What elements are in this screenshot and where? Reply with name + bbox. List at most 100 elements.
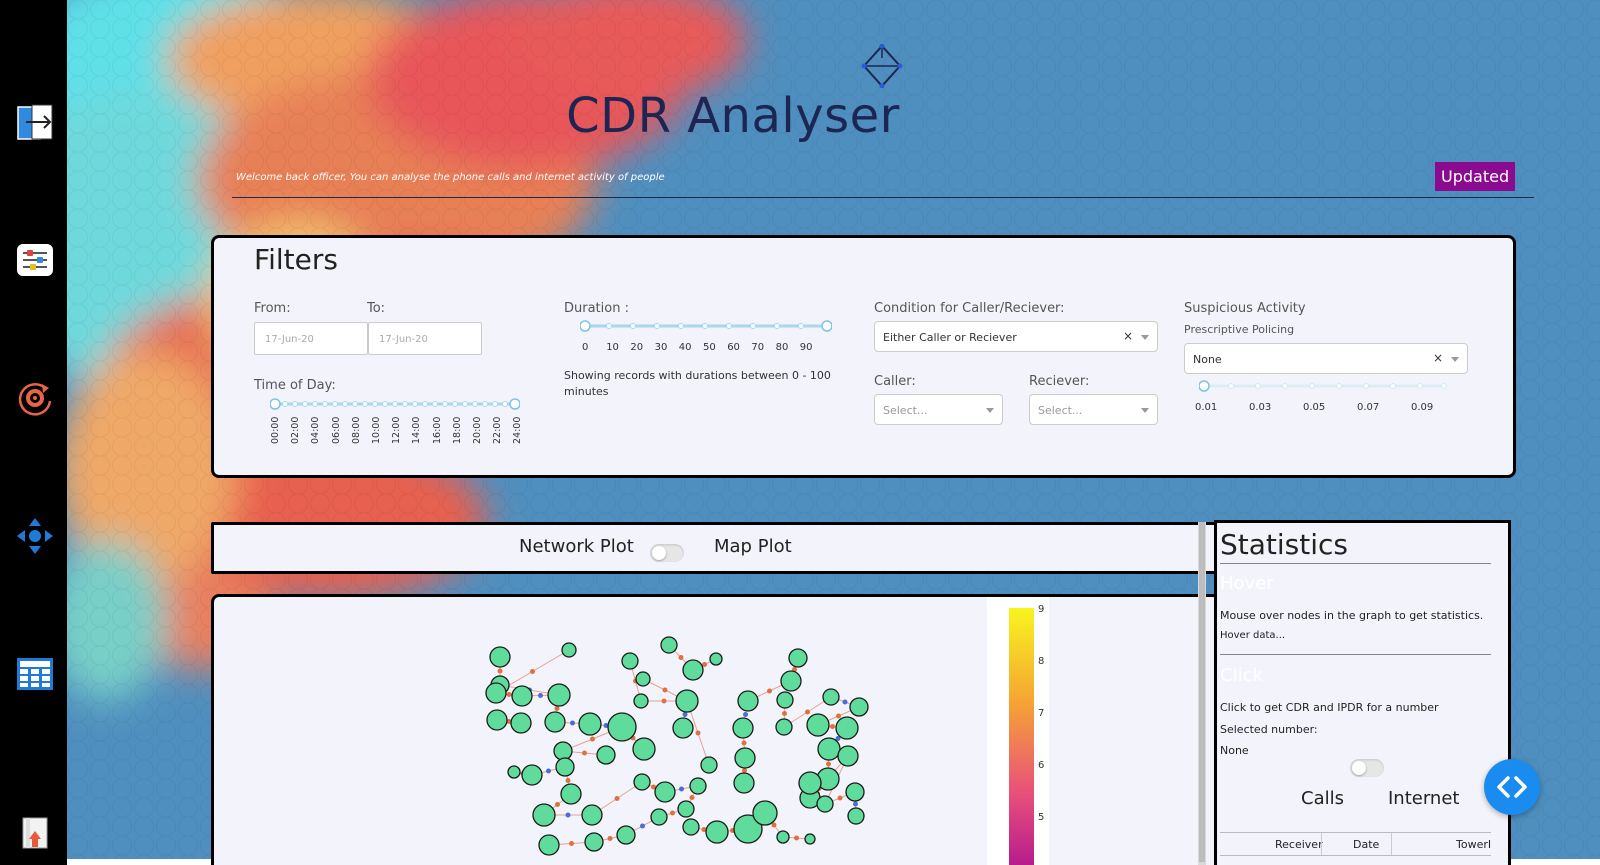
chevron-down-icon[interactable]: [1141, 408, 1149, 413]
scrollbar[interactable]: [1198, 522, 1206, 865]
upload-file-icon[interactable]: [16, 815, 54, 853]
graph-node[interactable]: [650, 808, 668, 826]
duration-slider[interactable]: [580, 320, 832, 332]
network-graph[interactable]: 9 8 7 6 5: [214, 597, 1218, 865]
colorbar: [1009, 608, 1034, 865]
graph-node[interactable]: [511, 685, 533, 707]
time-of-day-slider[interactable]: [270, 398, 520, 410]
graph-node[interactable]: [633, 773, 651, 791]
chevron-down-icon[interactable]: [1451, 357, 1459, 362]
graph-node[interactable]: [737, 690, 759, 712]
policing-tick-label: 0.01: [1195, 402, 1218, 413]
graph-node[interactable]: [732, 717, 754, 739]
graph-node[interactable]: [734, 747, 756, 769]
table-icon[interactable]: [16, 655, 54, 693]
graph-node[interactable]: [798, 771, 822, 795]
graph-node[interactable]: [561, 642, 577, 658]
graph-node[interactable]: [806, 713, 830, 737]
graph-node[interactable]: [544, 711, 566, 733]
time-start-handle[interactable]: [270, 398, 281, 410]
graph-node[interactable]: [578, 712, 602, 736]
graph-node[interactable]: [709, 652, 723, 666]
graph-node[interactable]: [489, 646, 511, 668]
col-receiver[interactable]: Receiver: [1275, 838, 1323, 851]
caller-placeholder: Select...: [883, 404, 928, 417]
hover-data: Hover data...: [1220, 630, 1286, 641]
graph-node[interactable]: [776, 691, 794, 709]
edge-arrow: [679, 786, 684, 792]
condition-select[interactable]: Either Caller or Reciever ×: [874, 321, 1158, 352]
graph-node[interactable]: [616, 825, 636, 845]
graph-node[interactable]: [532, 803, 556, 827]
graph-node[interactable]: [560, 783, 582, 805]
graph-node[interactable]: [776, 830, 790, 844]
graph-node[interactable]: [521, 764, 543, 786]
graph-node[interactable]: [654, 781, 676, 803]
graph-node[interactable]: [705, 820, 729, 844]
graph-node[interactable]: [817, 737, 841, 761]
graph-node[interactable]: [682, 659, 704, 681]
graph-node[interactable]: [788, 648, 808, 668]
graph-node[interactable]: [780, 670, 802, 692]
clear-policing-icon[interactable]: ×: [1433, 351, 1443, 365]
graph-node[interactable]: [633, 693, 649, 709]
clear-condition-icon[interactable]: ×: [1123, 329, 1133, 343]
graph-node[interactable]: [596, 745, 616, 765]
graph-node[interactable]: [507, 765, 521, 779]
chevron-down-icon[interactable]: [986, 408, 994, 413]
graph-node[interactable]: [584, 832, 604, 852]
to-date-input[interactable]: 17-Jun-20: [368, 322, 482, 355]
graph-node[interactable]: [775, 718, 793, 736]
graph-node[interactable]: [835, 716, 859, 740]
graph-node[interactable]: [682, 818, 700, 836]
calls-internet-switch[interactable]: [1350, 759, 1384, 777]
code-toggle-button[interactable]: [1484, 759, 1540, 815]
sliders-icon[interactable]: [16, 241, 54, 279]
graph-node[interactable]: [689, 777, 707, 795]
graph-node[interactable]: [553, 741, 573, 761]
reciever-select[interactable]: Select...: [1029, 394, 1158, 425]
graph-node[interactable]: [837, 745, 859, 767]
time-end-handle[interactable]: [509, 398, 520, 410]
graph-node[interactable]: [845, 782, 865, 802]
move-arrows-icon[interactable]: [16, 517, 54, 555]
time-tick-label: 20:00: [472, 416, 483, 444]
graph-node[interactable]: [822, 688, 840, 706]
caller-select[interactable]: Select...: [874, 394, 1003, 425]
graph-node[interactable]: [660, 636, 678, 654]
graph-node[interactable]: [733, 772, 755, 794]
graph-node[interactable]: [485, 682, 507, 704]
plot-type-switch[interactable]: [650, 544, 684, 562]
graph-node[interactable]: [672, 717, 694, 739]
policing-slider[interactable]: [1199, 380, 1449, 392]
graph-node[interactable]: [675, 689, 699, 713]
duration-start-handle[interactable]: [580, 320, 591, 332]
col-date[interactable]: Date: [1353, 838, 1379, 851]
chevron-down-icon[interactable]: [1141, 335, 1149, 340]
graph-node[interactable]: [632, 737, 656, 761]
graph-node[interactable]: [581, 804, 603, 826]
graph-node[interactable]: [635, 671, 651, 687]
policing-select[interactable]: None ×: [1184, 343, 1468, 374]
graph-node[interactable]: [555, 757, 575, 777]
graph-node[interactable]: [510, 712, 532, 734]
graph-node[interactable]: [677, 800, 695, 818]
refresh-target-icon[interactable]: [16, 379, 54, 417]
graph-node[interactable]: [752, 800, 778, 826]
graph-node[interactable]: [816, 795, 834, 813]
graph-node[interactable]: [538, 834, 560, 856]
graph-node[interactable]: [486, 709, 508, 731]
policing-handle[interactable]: [1199, 380, 1210, 392]
graph-node[interactable]: [547, 683, 571, 707]
col-tower[interactable]: TowerI: [1456, 838, 1491, 851]
graph-node[interactable]: [804, 833, 816, 845]
duration-end-handle[interactable]: [821, 320, 832, 332]
graph-node[interactable]: [700, 756, 718, 774]
graph-node[interactable]: [621, 652, 639, 670]
graph-node[interactable]: [849, 697, 869, 717]
from-date-input[interactable]: 17-Jun-20: [254, 322, 368, 355]
graph-node[interactable]: [847, 807, 865, 825]
edge-arrow: [743, 712, 748, 717]
graph-node[interactable]: [607, 712, 637, 742]
status-badge: Updated: [1435, 162, 1516, 191]
